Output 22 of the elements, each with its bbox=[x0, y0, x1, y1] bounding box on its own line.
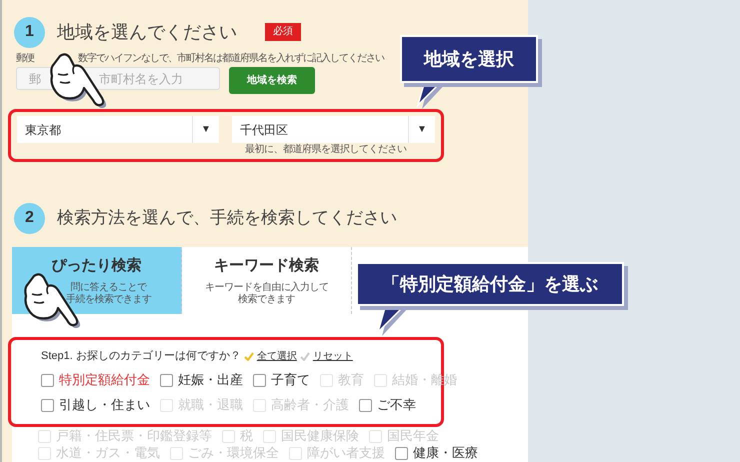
category-checkbox[interactable]: 妊娠・出産 bbox=[160, 370, 243, 390]
step-number: 2 bbox=[14, 202, 45, 234]
category-checkbox[interactable]: 健康・医療 bbox=[395, 443, 478, 462]
category-checkbox[interactable]: 子育て bbox=[253, 370, 310, 390]
category-checkbox[interactable]: ご不幸 bbox=[359, 395, 416, 415]
required-badge: 必須 bbox=[265, 23, 301, 41]
section-title: 検索方法を選んで、手続を検索してください bbox=[57, 207, 397, 230]
check-icon bbox=[244, 352, 254, 360]
category-checkbox[interactable]: 引越し・住まい bbox=[41, 395, 150, 415]
hint-text: 最初に、都道府県を選択してください bbox=[245, 144, 406, 156]
prefecture-select[interactable]: 東京都 ▼ bbox=[17, 116, 219, 143]
step-number: 1 bbox=[14, 16, 45, 48]
city-select[interactable]: 千代田区 ▼ bbox=[232, 116, 435, 143]
step-label: Step1. お探しのカテゴリーは何ですか？ bbox=[41, 348, 241, 364]
select-all-link[interactable]: 全て選択 bbox=[256, 348, 297, 364]
hint-text: 郵便 bbox=[16, 53, 34, 65]
section-title: 地域を選んでください bbox=[57, 20, 237, 44]
search-region-button[interactable]: 地域を検索 bbox=[229, 67, 315, 94]
reset-link[interactable]: リセット bbox=[312, 348, 353, 364]
hint-text: 数字でハイフンなしで、市町村名は都道府県名を入れずに記入してください bbox=[78, 53, 384, 65]
category-checkbox[interactable]: 特別定額給付金 bbox=[41, 370, 150, 390]
check-icon bbox=[300, 352, 310, 360]
